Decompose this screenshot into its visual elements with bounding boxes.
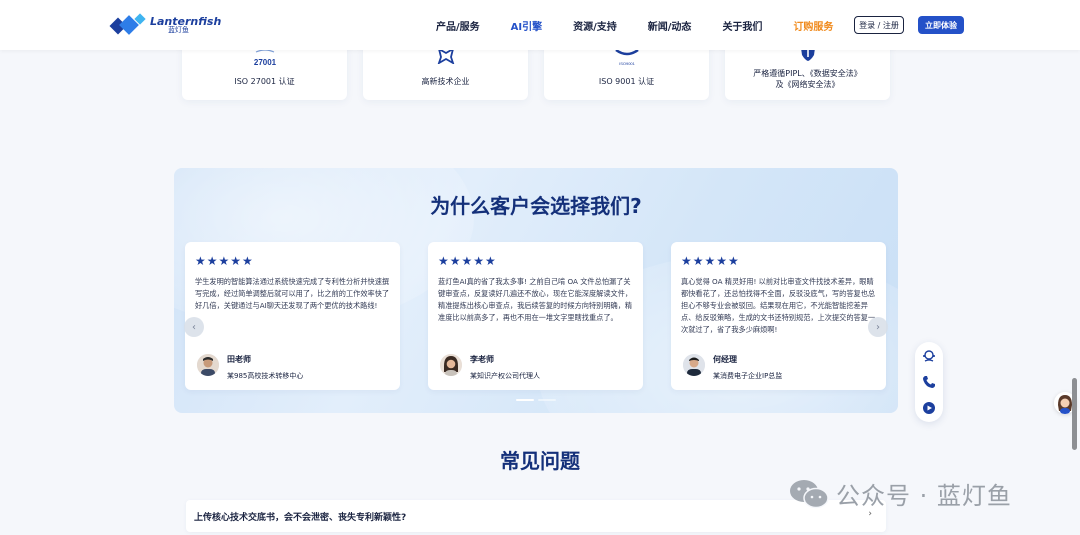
high-tech-enterprise-icon xyxy=(436,47,455,68)
review-text: 学生发明的智能算法通过系统快速完成了专利性分析并快速撰写完成，经过简单调整后就可… xyxy=(195,277,390,310)
carousel-next-button[interactable]: › xyxy=(868,317,888,337)
cert-label: ISO 9001 认证 xyxy=(598,77,655,86)
chevron-left-icon: ‹ xyxy=(192,321,196,333)
floating-toolbar xyxy=(915,342,943,422)
nav-ai-engine[interactable]: AI引擎 xyxy=(511,18,542,33)
carousel-indicators xyxy=(516,399,560,401)
iso-27001-badge-icon: 27001 xyxy=(250,49,280,72)
logo-mark-icon xyxy=(109,12,146,38)
carousel-prev-button[interactable]: ‹ xyxy=(184,317,204,337)
cert-label: 高新技术企业 xyxy=(421,77,470,86)
nav-about-us[interactable]: 关于我们 xyxy=(722,18,762,33)
cert-label-line2: 及《网络安全法》 xyxy=(775,80,840,89)
faq-question: 上传核心技术交底书，会不会泄密、丧失专利新颖性? xyxy=(194,513,407,523)
section-title: 为什么客户会选择我们? xyxy=(430,194,642,218)
login-register-button[interactable]: 登录 / 注册 xyxy=(854,16,904,34)
svg-text:27001: 27001 xyxy=(253,58,276,67)
cert-label-line1: 严格遵循PIPL、《数据安全法》 xyxy=(753,69,862,78)
svg-text:ISO9001: ISO9001 xyxy=(619,61,636,66)
reviewer-org: 某知识产权公司代理人 xyxy=(470,372,540,380)
avatar xyxy=(683,354,705,376)
play-video-icon[interactable] xyxy=(922,400,936,414)
cert-label: ISO 27001 认证 xyxy=(234,77,295,86)
review-card: ★★★★★ 真心觉得 OA 精灵好用! 以前对比审查文件找技术差异，眼睛都快看花… xyxy=(671,242,886,390)
phone-icon[interactable] xyxy=(922,374,936,388)
reviewer-org: 某985高校技术转移中心 xyxy=(227,372,304,380)
page-scrollbar[interactable] xyxy=(1072,378,1077,450)
carousel-dot-1[interactable] xyxy=(516,399,534,401)
nav-news[interactable]: 新闻/动态 xyxy=(648,18,692,33)
carousel-dot-2[interactable] xyxy=(538,399,556,401)
review-card: ★★★★★ 蓝灯鱼AI真的省了我太多事! 之前自己啃 OA 文件总怕漏了关键审查… xyxy=(428,242,643,390)
review-card: ★★★★★ 学生发明的智能算法通过系统快速完成了专利性分析并快速撰写完成，经过简… xyxy=(185,242,400,390)
top-navbar: Lanternfish 蓝灯鱼 产品/服务 AI引擎 资源/支持 新闻/动态 关… xyxy=(0,0,1080,50)
why-choose-us-section: 为什么客户会选择我们? ★★★★★ 学生发明的智能算法通过系统快速完成了专利性分… xyxy=(174,168,898,413)
chevron-right-icon: › xyxy=(876,321,880,333)
customer-service-icon[interactable] xyxy=(922,348,936,362)
review-text: 蓝灯鱼AI真的省了我太多事! 之前自己啃 OA 文件总怕漏了关键审查点，反复读好… xyxy=(438,277,633,322)
try-now-button[interactable]: 立即体验 xyxy=(918,16,964,34)
star-rating: ★★★★★ xyxy=(438,254,497,268)
nav-resources-support[interactable]: 资源/支持 xyxy=(573,18,617,33)
avatar xyxy=(440,354,462,376)
reviewer-name: 田老师 xyxy=(227,355,251,364)
wechat-watermark: 公众号 · 蓝灯鱼 xyxy=(788,476,1012,511)
main-nav: 产品/服务 AI引擎 资源/支持 新闻/动态 关于我们 订购服务 xyxy=(436,0,833,50)
faq-title: 常见问题 xyxy=(500,449,580,473)
nav-order-service[interactable]: 订购服务 xyxy=(793,18,833,33)
watermark-text: 公众号 · 蓝灯鱼 xyxy=(836,482,1012,510)
wechat-icon xyxy=(790,479,829,508)
review-text: 真心觉得 OA 精灵好用! 以前对比审查文件找技术差异，眼睛都快看花了，还总怕找… xyxy=(681,277,876,334)
reviewer-name: 何经理 xyxy=(713,355,737,364)
avatar xyxy=(197,354,219,376)
reviewer-name: 李老师 xyxy=(470,355,494,364)
star-rating: ★★★★★ xyxy=(195,254,254,268)
star-rating: ★★★★★ xyxy=(681,254,740,268)
logo-text-cn: 蓝灯鱼 xyxy=(168,26,189,34)
nav-products-services[interactable]: 产品/服务 xyxy=(436,18,480,33)
reviewer-org: 某消费电子企业IP总监 xyxy=(713,372,783,380)
logo[interactable]: Lanternfish 蓝灯鱼 xyxy=(109,12,221,38)
faq-item[interactable]: 上传核心技术交底书，会不会泄密、丧失专利新颖性? › xyxy=(186,500,886,532)
